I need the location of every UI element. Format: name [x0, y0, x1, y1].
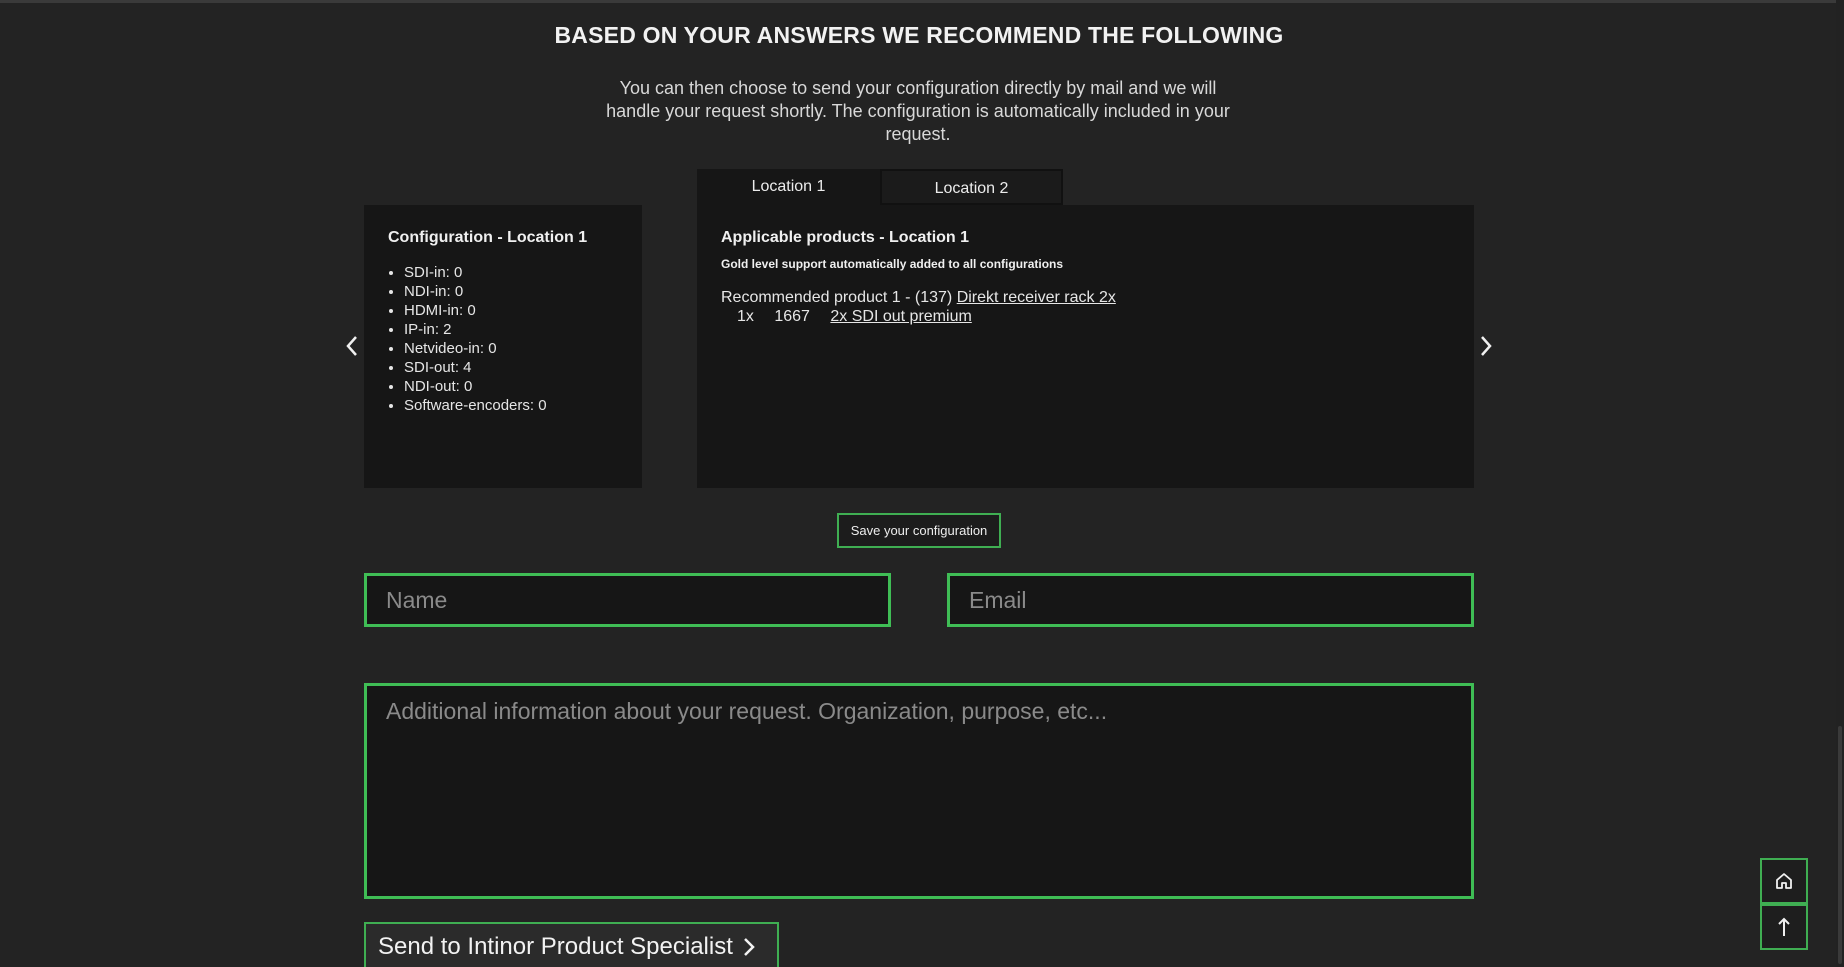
configuration-list: SDI-in: 0 NDI-in: 0 HDMI-in: 0 IP-in: 2 …	[388, 263, 547, 415]
save-configuration-button[interactable]: Save your configuration	[837, 513, 1001, 548]
addon-quantity: 1x	[737, 308, 754, 325]
home-button[interactable]	[1760, 858, 1808, 904]
chevron-left-icon	[346, 336, 357, 356]
name-field[interactable]	[364, 573, 891, 627]
send-to-specialist-button[interactable]: Send to Intinor Product Specialist	[364, 922, 779, 967]
chevron-right-icon	[743, 937, 755, 957]
recommended-product: Recommended product 1 - (137) Direkt rec…	[721, 289, 1116, 307]
home-icon	[1776, 873, 1792, 889]
next-location-button[interactable]	[1474, 330, 1498, 362]
config-item: HDMI-in: 0	[404, 301, 547, 320]
product-addon: 1x 1667 2x SDI out premium	[737, 308, 972, 326]
intro-text: You can then choose to send your configu…	[606, 78, 1230, 144]
arrow-up-icon	[1778, 917, 1790, 936]
page: BASED ON YOUR ANSWERS WE RECOMMEND THE F…	[0, 0, 1844, 967]
recommended-product-link[interactable]: Direkt receiver rack 2x	[957, 289, 1116, 306]
page-title: BASED ON YOUR ANSWERS WE RECOMMEND THE F…	[554, 22, 1284, 48]
configuration-title: Configuration - Location 1	[388, 229, 588, 246]
top-divider	[0, 0, 1844, 3]
config-item: IP-in: 2	[404, 320, 547, 339]
scrollbar-thumb[interactable]	[1838, 726, 1842, 964]
addon-link[interactable]: 2x SDI out premium	[830, 308, 971, 325]
chevron-right-icon	[1481, 336, 1492, 356]
support-note: Gold level support automatically added t…	[721, 257, 1064, 271]
config-item: SDI-out: 4	[404, 358, 547, 377]
tab-location-1[interactable]: Location 1	[697, 169, 880, 205]
prev-location-button[interactable]	[340, 330, 364, 362]
scroll-top-button[interactable]	[1760, 904, 1808, 950]
addon-code: 1667	[774, 308, 810, 325]
recommended-product-prefix: Recommended product 1 - (137)	[721, 289, 953, 306]
config-item: NDI-out: 0	[404, 377, 547, 396]
send-button-label: Send to Intinor Product Specialist	[378, 933, 733, 960]
config-item: NDI-in: 0	[404, 282, 547, 301]
config-item: Netvideo-in: 0	[404, 339, 547, 358]
products-title: Applicable products - Location 1	[721, 229, 970, 246]
email-field[interactable]	[947, 573, 1474, 627]
configuration-panel: Configuration - Location 1 SDI-in: 0 NDI…	[364, 205, 642, 488]
products-panel: Applicable products - Location 1 Gold le…	[697, 205, 1474, 488]
additional-info-field[interactable]	[364, 683, 1474, 899]
config-item: SDI-in: 0	[404, 263, 547, 282]
config-item: Software-encoders: 0	[404, 396, 547, 415]
location-tabs: Location 1 Location 2	[697, 169, 1063, 205]
tab-location-2[interactable]: Location 2	[880, 169, 1063, 205]
